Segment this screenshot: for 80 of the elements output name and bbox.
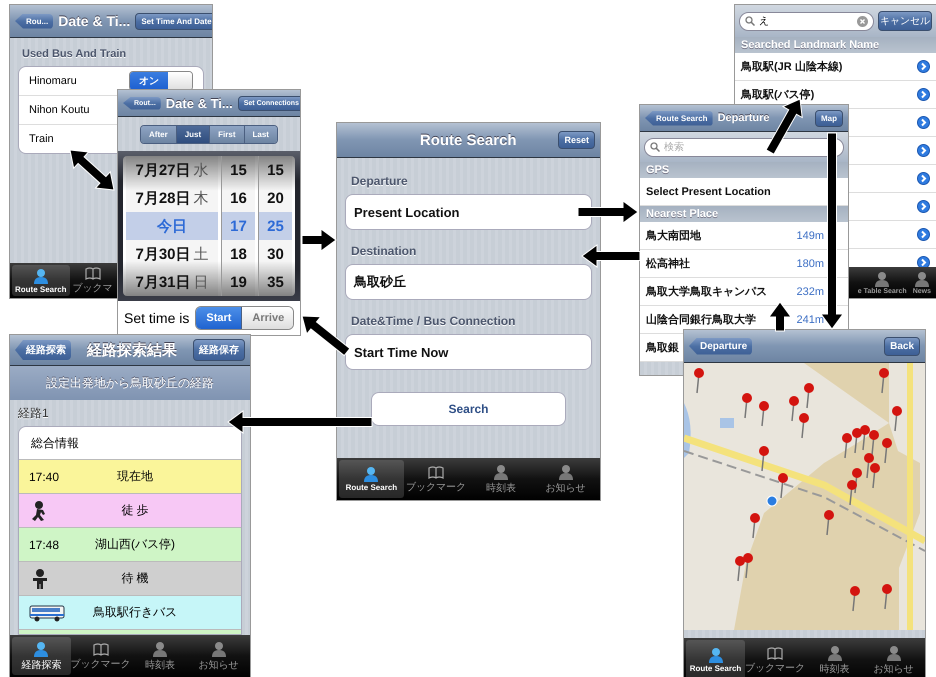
step-time: 17:48 [29,538,60,552]
tab[interactable]: ブックマ [70,265,116,296]
screen-title: Departure [718,112,771,124]
step-name: 待 機 [120,570,150,587]
field-label: Date&Time / Bus Connection [351,314,516,328]
tab[interactable]: Route Search [12,265,70,296]
picker-minute[interactable]: 20 [258,184,292,212]
screen-title: Route Search [418,132,518,148]
nav-button[interactable]: Back [884,336,920,356]
row-label: Hinomaru [29,75,77,87]
picker-hour[interactable]: 15 [221,156,255,184]
picker-date[interactable]: 7月31日 日 [126,268,218,296]
picker-hour[interactable]: 18 [221,240,255,268]
picker-hour[interactable]: 16 [221,184,255,212]
input-field[interactable]: 鳥取砂丘 [345,264,592,300]
step-name: 現在地 [116,468,154,485]
tab[interactable]: 時刻表 [805,640,864,677]
tab[interactable]: お知らせ [189,637,248,675]
section-label: Used Bus And Train [21,48,128,62]
screen-title: Date & Ti... [166,96,233,110]
section-label: 経路1 [17,404,50,422]
picker-minute[interactable]: 30 [258,240,292,268]
tab[interactable]: 経路探索 [12,637,71,675]
tab[interactable]: お知らせ [864,640,923,677]
search-field[interactable]: え [739,12,874,30]
tab[interactable]: 時刻表 [468,460,534,498]
nav-button[interactable]: Reset [558,131,595,149]
step-time: 17:40 [29,470,60,484]
picker-date[interactable]: 7月30日 土 [126,240,218,268]
section-header: Nearest Place [640,206,848,222]
segment-button[interactable]: Start [196,307,242,329]
place-name[interactable]: 鳥大南団地 [646,228,701,243]
step-name: 湖山西(バス停) [94,536,176,553]
parent-screen-button[interactable]: Rou... [15,14,54,28]
segment-button[interactable]: Just [176,126,210,142]
picker-hour[interactable]: 19 [221,268,255,296]
row-label: Train [29,133,54,145]
field-label: Destination [351,244,418,258]
place-name[interactable]: 鳥取大学鳥取キャンパス [646,284,767,299]
nav-button[interactable]: 経路保存 [193,339,245,361]
section-header: Searched Landmark Name [735,37,936,53]
nav-button[interactable]: Set Time And Date [135,12,212,30]
picker-date[interactable]: 7月27日 水 [126,156,218,184]
row-label: Nihon Koutu [29,104,90,116]
nav-button[interactable]: Map [815,110,843,126]
tab[interactable]: ブックマーク [70,637,131,675]
parent-screen-button[interactable]: Route Search [645,110,713,126]
picker-minute[interactable]: 15 [258,156,292,184]
step-name: 鳥取駅行きバス [92,604,178,621]
tab[interactable]: Route Search [339,460,404,498]
input-field[interactable]: Start Time Now [345,334,592,370]
distance: 232m [796,286,824,298]
parent-screen-button[interactable]: Departure [689,338,752,354]
screen-title: 経路探索結果 [86,340,178,360]
picker-minute[interactable]: 35 [258,268,292,296]
field-label: Departure [351,174,409,188]
screen-title: Date & Ti... [58,13,130,29]
input-field[interactable]: Present Location [345,194,592,230]
step-name: 徒 歩 [120,502,150,519]
section-header: GPS [640,162,848,178]
route-banner: 設定出発地から鳥取砂丘の経路 [10,366,250,400]
tab[interactable]: ブックマーク [404,460,468,498]
place-name[interactable]: 松高神社 [646,256,690,271]
search-button[interactable]: Search [371,392,566,426]
distance: 180m [796,258,824,270]
tab[interactable]: 時刻表 [130,637,190,675]
place-name[interactable]: 山陰合同銀行鳥取大学 [646,312,756,327]
tab[interactable]: お知らせ [533,460,598,498]
option-label: Set time is [124,310,190,326]
list-item[interactable]: 鳥取駅(バス停) [741,87,814,102]
summary-label: 総合情報 [30,434,80,452]
segment-button[interactable]: Arrive [241,307,293,329]
tab[interactable]: ブックマーク [745,640,805,677]
place-name[interactable]: 鳥取銀 [646,340,679,355]
picker-date[interactable]: 7月28日 木 [126,184,218,212]
tab[interactable]: Route Search [686,640,745,677]
distance: 149m [796,230,824,242]
cancel-button[interactable]: キャンセル [878,11,932,31]
distance: 241m [796,314,824,326]
parent-screen-button[interactable]: 経路探索 [15,340,71,360]
